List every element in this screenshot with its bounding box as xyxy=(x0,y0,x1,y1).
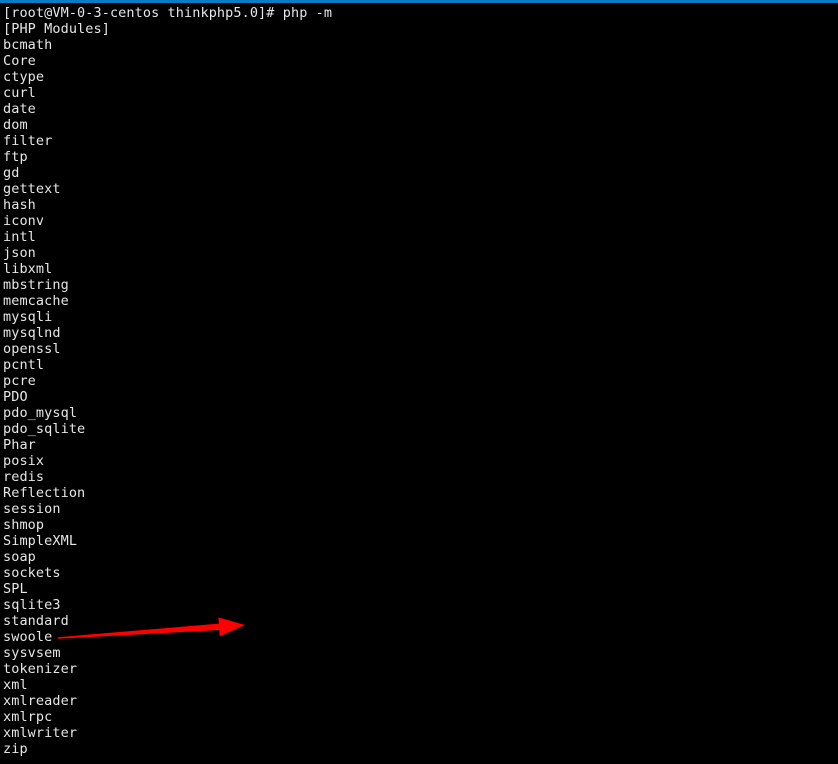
php-module-item: pcre xyxy=(3,373,36,389)
php-module-item: dom xyxy=(3,117,28,133)
php-module-item: ftp xyxy=(3,149,28,165)
terminal-window: [root@VM-0-3-centos thinkphp5.0]# php -m… xyxy=(0,0,838,764)
php-module-item: SPL xyxy=(3,581,28,597)
php-module-item: memcache xyxy=(3,293,69,309)
php-module-item: Reflection xyxy=(3,485,86,501)
php-module-item: gd xyxy=(3,165,20,181)
php-module-item: libxml xyxy=(3,261,53,277)
php-module-item: pdo_mysql xyxy=(3,405,78,421)
shell-prompt-line: [root@VM-0-3-centos thinkphp5.0]# php -m xyxy=(3,5,333,21)
php-module-item: redis xyxy=(3,469,45,485)
php-module-item: zip xyxy=(3,741,28,757)
php-module-item: swoole xyxy=(3,629,53,645)
php-module-item: Core xyxy=(3,53,36,69)
php-module-item: sockets xyxy=(3,565,61,581)
terminal-output-area[interactable]: [root@VM-0-3-centos thinkphp5.0]# php -m… xyxy=(0,3,838,764)
php-module-item: filter xyxy=(3,133,53,149)
php-module-item: xmlwriter xyxy=(3,725,78,741)
php-module-item: curl xyxy=(3,85,36,101)
php-module-item: xml xyxy=(3,677,28,693)
php-module-item: mysqlnd xyxy=(3,325,61,341)
php-module-item: gettext xyxy=(3,181,61,197)
php-module-item: standard xyxy=(3,613,69,629)
php-module-item: pcntl xyxy=(3,357,45,373)
php-module-item: intl xyxy=(3,229,36,245)
php-module-item: json xyxy=(3,245,36,261)
php-module-item: tokenizer xyxy=(3,661,78,677)
php-module-item: posix xyxy=(3,453,45,469)
php-module-item: SimpleXML xyxy=(3,533,78,549)
php-modules-header: [PHP Modules] xyxy=(3,21,110,37)
php-module-item: openssl xyxy=(3,341,61,357)
php-module-item: sysvsem xyxy=(3,645,61,661)
php-module-item: date xyxy=(3,101,36,117)
php-module-item: mbstring xyxy=(3,277,69,293)
php-module-list: bcmath Core ctype curl date dom filter ftp gd get… xyxy=(3,37,838,757)
php-module-item: PDO xyxy=(3,389,28,405)
php-module-item: ctype xyxy=(3,69,45,85)
php-module-item: mysqli xyxy=(3,309,53,325)
php-module-item: xmlrpc xyxy=(3,709,53,725)
php-module-item: soap xyxy=(3,549,36,565)
php-module-item: shmop xyxy=(3,517,45,533)
php-module-item: hash xyxy=(3,197,36,213)
php-module-item: session xyxy=(3,501,61,517)
php-module-item: sqlite3 xyxy=(3,597,61,613)
php-module-item: iconv xyxy=(3,213,45,229)
php-module-item: xmlreader xyxy=(3,693,78,709)
php-module-item: bcmath xyxy=(3,37,53,53)
php-module-item: pdo_sqlite xyxy=(3,421,86,437)
php-module-item: Phar xyxy=(3,437,36,453)
